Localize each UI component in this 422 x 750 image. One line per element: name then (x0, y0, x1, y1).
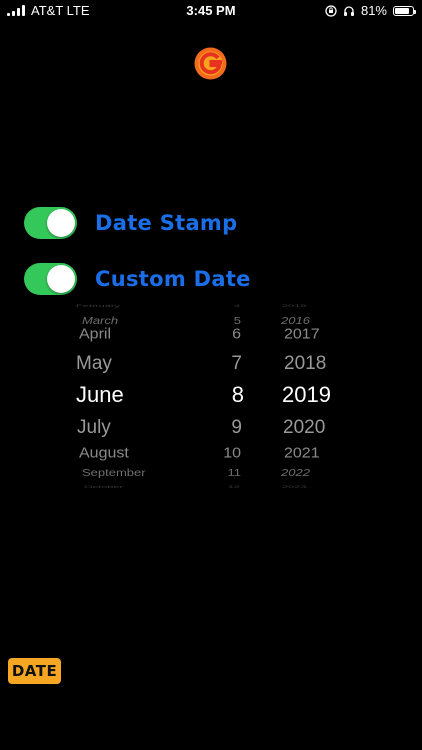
headphones-icon (343, 5, 354, 16)
day-column[interactable]: 4 5 6 7 8 9 10 11 12 (210, 300, 244, 489)
picker-year-selected[interactable]: 2019 (282, 382, 331, 408)
date-picker[interactable]: February March April May June July Augus… (0, 300, 422, 489)
picker-year-item[interactable]: 2020 (283, 417, 325, 439)
picker-day-item[interactable]: 6 (232, 327, 241, 343)
picker-year-item[interactable]: 2023 (282, 485, 306, 489)
picker-year-item[interactable]: 2021 (284, 446, 320, 462)
picker-day-selected[interactable]: 8 (232, 382, 244, 408)
picker-day-item[interactable]: 5 (234, 315, 241, 326)
date-stamp-toggle[interactable] (24, 207, 77, 239)
picker-year-item[interactable]: 2017 (284, 327, 320, 343)
custom-date-label: Custom Date (95, 267, 251, 291)
picker-month-item[interactable]: April (79, 327, 111, 343)
picker-year-item[interactable]: 2022 (281, 467, 310, 478)
picker-month-item[interactable]: March (82, 315, 118, 326)
custom-date-row: Custom Date (24, 263, 251, 295)
picker-year-item[interactable]: 2016 (281, 315, 310, 326)
picker-month-selected[interactable]: June (76, 382, 124, 408)
battery-icon (393, 5, 416, 16)
app-logo-icon (194, 47, 227, 80)
picker-month-item[interactable]: September (82, 467, 146, 478)
picker-day-item[interactable]: 12 (228, 485, 240, 489)
picker-day-item[interactable]: 4 (234, 304, 240, 308)
status-bar: AT&T LTE 3:45 PM 81% (0, 0, 422, 22)
status-right: 81% (325, 3, 416, 18)
date-stamp-row: Date Stamp (24, 207, 237, 239)
battery-percent: 81% (360, 3, 387, 18)
picker-month-item[interactable]: July (77, 417, 111, 439)
picker-day-item[interactable]: 9 (231, 417, 242, 439)
picker-month-item[interactable]: August (79, 446, 129, 462)
picker-year-item[interactable]: 2018 (284, 353, 326, 375)
month-column[interactable]: February March April May June July Augus… (76, 300, 206, 489)
year-column[interactable]: 2015 2016 2017 2018 2019 2020 2021 2022 … (278, 300, 348, 489)
picker-year-item[interactable]: 2015 (282, 304, 306, 308)
date-button[interactable]: DATE (8, 658, 61, 684)
rotation-lock-icon (325, 4, 337, 17)
picker-day-item[interactable]: 7 (231, 353, 242, 375)
picker-month-item[interactable]: February (76, 304, 120, 308)
picker-day-item[interactable]: 10 (223, 446, 241, 462)
date-stamp-label: Date Stamp (95, 211, 238, 235)
picker-month-item[interactable]: May (76, 353, 112, 375)
picker-month-item[interactable]: October (84, 485, 123, 489)
picker-day-item[interactable]: 11 (228, 467, 242, 478)
custom-date-toggle[interactable] (24, 263, 77, 295)
